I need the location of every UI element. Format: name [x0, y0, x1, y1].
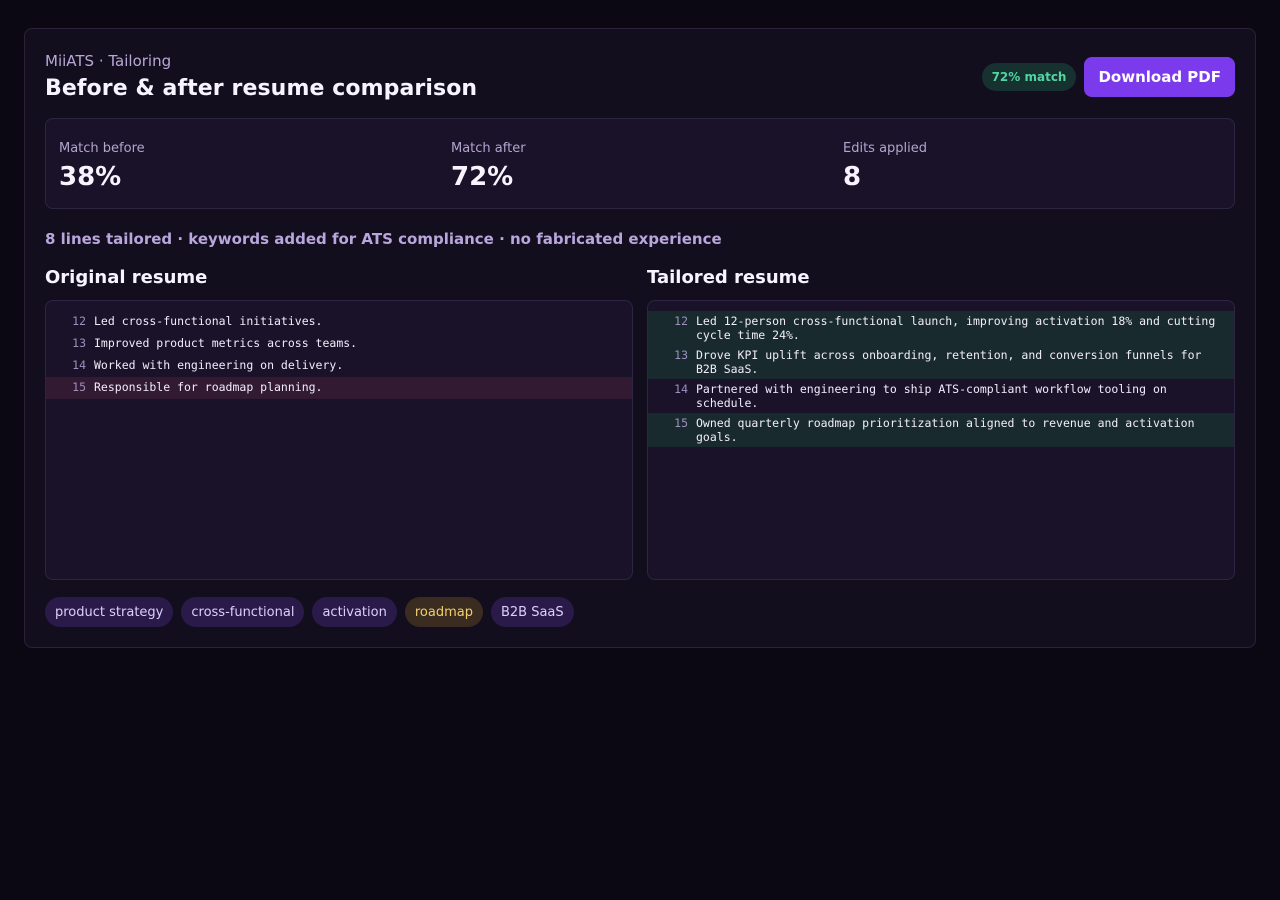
- stat-edits-applied: Edits applied 8: [843, 141, 927, 192]
- tailored-resume-panel[interactable]: 12 Led 12-person cross-functional launch…: [647, 300, 1235, 580]
- stat-label: Edits applied: [843, 141, 928, 156]
- original-line-removed: 15 Responsible for roadmap planning.: [46, 377, 632, 399]
- tailored-resume-title: Tailored resume: [647, 267, 810, 288]
- line-text: Led 12-person cross-functional launch, i…: [696, 314, 1223, 342]
- original-line: 13 Improved product metrics across teams…: [46, 333, 632, 355]
- original-line: 14 Worked with engineering on delivery.: [46, 355, 632, 377]
- line-text: Drove KPI uplift across onboarding, rete…: [696, 348, 1209, 376]
- line-number: 13: [674, 348, 688, 362]
- stat-label: Match after: [451, 141, 526, 156]
- line-number: 13: [72, 336, 86, 350]
- stat-label: Match before: [59, 141, 145, 156]
- line-text: Partnered with engineering to ship ATS-c…: [696, 382, 1174, 410]
- tailoring-summary: 8 lines tailored · keywords added for AT…: [45, 230, 722, 248]
- stat-value: 72%: [451, 162, 514, 192]
- comparison-card: MiiATS · Tailoring Before & after resume…: [24, 28, 1256, 648]
- keyword-tag-highlighted[interactable]: roadmap: [404, 597, 483, 627]
- stats-panel: Match before 38% Match after 72% Edits a…: [45, 118, 1235, 209]
- page-title: Before & after resume comparison: [45, 76, 478, 101]
- stat-value: 38%: [59, 162, 122, 192]
- stat-match-before: Match before 38%: [59, 141, 145, 192]
- header: MiiATS · Tailoring Before & after resume…: [45, 51, 1235, 103]
- match-badge: 72% match: [981, 63, 1077, 91]
- tailored-line-added: 12 Led 12-person cross-functional launch…: [648, 311, 1234, 345]
- line-number: 14: [674, 382, 688, 396]
- line-text: Improved product metrics across teams.: [94, 336, 358, 350]
- keyword-tag[interactable]: B2B SaaS: [490, 597, 574, 627]
- tailored-line-added: 15 Owned quarterly roadmap prioritizatio…: [648, 413, 1234, 447]
- line-text: Responsible for roadmap planning.: [94, 380, 323, 394]
- download-pdf-button[interactable]: Download PDF: [1084, 57, 1235, 97]
- tailored-line: 14 Partnered with engineering to ship AT…: [648, 379, 1234, 413]
- line-number: 15: [674, 416, 688, 430]
- stat-value: 8: [843, 162, 862, 192]
- line-number: 14: [72, 358, 86, 372]
- keyword-tags: product strategy cross-functional activa…: [45, 597, 574, 627]
- original-line: 12 Led cross-functional initiatives.: [46, 311, 632, 333]
- line-number: 12: [72, 314, 86, 328]
- keyword-tag[interactable]: cross-functional: [181, 597, 305, 627]
- line-text: Worked with engineering on delivery.: [94, 358, 344, 372]
- line-number: 15: [72, 380, 86, 394]
- line-number: 12: [674, 314, 688, 328]
- tailored-line-added: 13 Drove KPI uplift across onboarding, r…: [648, 345, 1234, 379]
- keyword-tag[interactable]: activation: [312, 597, 397, 627]
- breadcrumb: MiiATS · Tailoring: [45, 52, 172, 70]
- original-resume-title: Original resume: [45, 267, 208, 288]
- header-actions: 72% match Download PDF: [981, 57, 1235, 97]
- keyword-tag[interactable]: product strategy: [45, 597, 174, 627]
- line-text: Owned quarterly roadmap prioritization a…: [696, 416, 1202, 444]
- line-text: Led cross-functional initiatives.: [94, 314, 323, 328]
- stat-match-after: Match after 72%: [451, 141, 526, 192]
- original-resume-panel[interactable]: 12 Led cross-functional initiatives. 13 …: [45, 300, 633, 580]
